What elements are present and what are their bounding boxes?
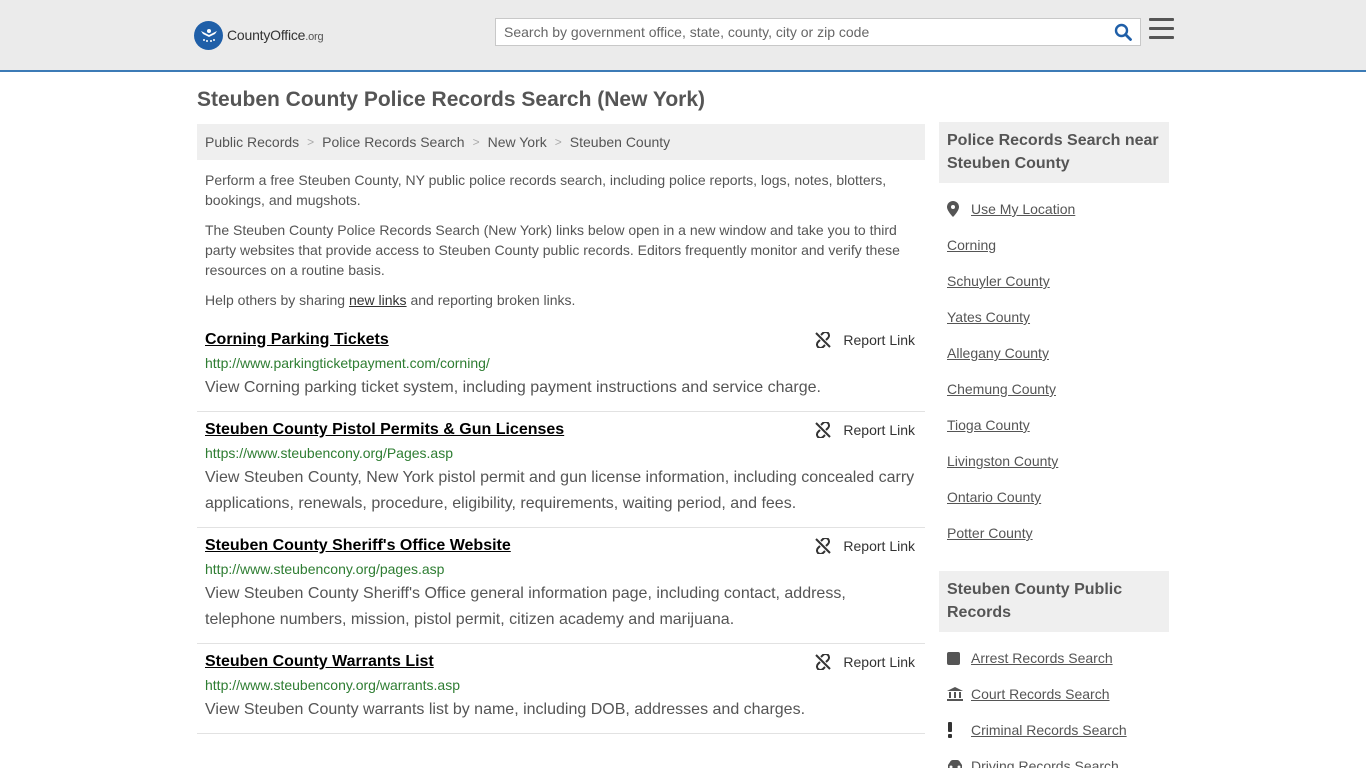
nearby-link-livingston-county[interactable]: Livingston County xyxy=(947,453,1058,469)
nearby-link-chemung-county[interactable]: Chemung County xyxy=(947,381,1056,397)
nearby-item: Yates County xyxy=(947,299,1169,335)
broken-link-icon xyxy=(815,538,832,554)
nearby-item: Corning xyxy=(947,227,1169,263)
public-record-item: Arrest Records Search xyxy=(947,640,1169,676)
nearby-link-allegany-county[interactable]: Allegany County xyxy=(947,345,1049,361)
intro-paragraph: The Steuben County Police Records Search… xyxy=(205,222,900,278)
report-link-button[interactable]: Report Link xyxy=(815,538,915,554)
breadcrumb-public-records[interactable]: Public Records xyxy=(205,134,299,150)
report-link-button[interactable]: Report Link xyxy=(815,422,915,438)
result-description: View Steuben County Sheriff's Office gen… xyxy=(205,585,846,628)
report-link-button[interactable]: Report Link xyxy=(815,332,915,348)
site-logo[interactable]: CountyOffice.org xyxy=(194,20,324,50)
nearby-item: Chemung County xyxy=(947,371,1169,407)
result-url: http://www.steubencony.org/pages.asp xyxy=(205,561,445,577)
use-my-location-link[interactable]: Use My Location xyxy=(971,201,1075,217)
nearby-link-yates-county[interactable]: Yates County xyxy=(947,309,1030,325)
result-description: View Steuben County, New York pistol per… xyxy=(205,469,915,512)
result-title-link[interactable]: Steuben County Sheriff's Office Website xyxy=(205,536,511,556)
nearby-link-potter-county[interactable]: Potter County xyxy=(947,525,1033,541)
breadcrumb-separator-icon: > xyxy=(307,135,315,149)
intro-share-paragraph: Help others by sharing new links and rep… xyxy=(205,292,576,308)
result-description: View Steuben County warrants list by nam… xyxy=(205,701,806,718)
result-item: Steuben County Warrants List Report Link… xyxy=(197,644,925,734)
report-link-label: Report Link xyxy=(843,332,915,348)
map-marker-icon xyxy=(947,201,963,217)
car-icon xyxy=(947,760,963,768)
sidebar: Police Records Search near Steuben Count… xyxy=(939,122,1169,768)
intro-text: Perform a free Steuben County, NY public… xyxy=(205,170,917,320)
logo-wordmark: CountyOffice.org xyxy=(227,27,324,43)
nearby-item: Potter County xyxy=(947,515,1169,551)
square-icon xyxy=(947,651,963,665)
public-records-list: Arrest Records Search Court Records Sear… xyxy=(939,632,1169,768)
new-links-link[interactable]: new links xyxy=(349,292,407,308)
nearby-list: Use My Location Corning Schuyler County … xyxy=(939,183,1169,551)
breadcrumb-steuben-county: Steuben County xyxy=(569,134,671,150)
broken-link-icon xyxy=(815,422,832,438)
result-item: Corning Parking Tickets Report Link http… xyxy=(197,322,925,412)
criminal-records-search-link[interactable]: Criminal Records Search xyxy=(971,722,1127,738)
report-link-label: Report Link xyxy=(843,654,915,670)
nearby-link-schuyler-county[interactable]: Schuyler County xyxy=(947,273,1050,289)
result-description: View Corning parking ticket system, incl… xyxy=(205,379,821,396)
nearby-link-tioga-county[interactable]: Tioga County xyxy=(947,417,1030,433)
results-list: Corning Parking Tickets Report Link http… xyxy=(197,322,925,734)
result-item: Steuben County Sheriff's Office Website … xyxy=(197,528,925,644)
intro-paragraph: Perform a free Steuben County, NY public… xyxy=(205,172,887,208)
nearby-item: Schuyler County xyxy=(947,263,1169,299)
search-box xyxy=(495,18,1141,46)
logo-emblem-icon xyxy=(194,20,223,50)
sidebar-nearby-heading: Police Records Search near Steuben Count… xyxy=(939,122,1169,183)
court-records-search-link[interactable]: Court Records Search xyxy=(971,686,1110,702)
nearby-link-corning[interactable]: Corning xyxy=(947,237,996,253)
nearby-link-ontario-county[interactable]: Ontario County xyxy=(947,489,1041,505)
report-link-label: Report Link xyxy=(843,538,915,554)
courthouse-icon xyxy=(947,687,963,701)
report-link-button[interactable]: Report Link xyxy=(815,654,915,670)
search-input[interactable] xyxy=(496,19,1106,45)
breadcrumb: Public Records > Police Records Search >… xyxy=(197,124,925,160)
nearby-item: Livingston County xyxy=(947,443,1169,479)
broken-link-icon xyxy=(815,332,832,348)
arrest-records-search-link[interactable]: Arrest Records Search xyxy=(971,650,1113,666)
result-item: Steuben County Pistol Permits & Gun Lice… xyxy=(197,412,925,528)
page-title: Steuben County Police Records Search (Ne… xyxy=(197,88,706,111)
result-url: https://www.steubencony.org/Pages.asp xyxy=(205,445,453,461)
report-link-label: Report Link xyxy=(843,422,915,438)
driving-records-search-link[interactable]: Driving Records Search xyxy=(971,758,1119,768)
result-url: http://www.steubencony.org/warrants.asp xyxy=(205,677,460,693)
broken-link-icon xyxy=(815,654,832,670)
breadcrumb-new-york[interactable]: New York xyxy=(488,134,547,150)
nearby-item: Tioga County xyxy=(947,407,1169,443)
result-url: http://www.parkingticketpayment.com/corn… xyxy=(205,355,490,371)
result-title-link[interactable]: Corning Parking Tickets xyxy=(205,330,389,350)
search-icon xyxy=(1114,23,1132,41)
site-header: CountyOffice.org xyxy=(0,0,1366,72)
use-my-location-item: Use My Location xyxy=(947,191,1169,227)
result-title-link[interactable]: Steuben County Pistol Permits & Gun Lice… xyxy=(205,420,564,440)
result-title-link[interactable]: Steuben County Warrants List xyxy=(205,652,434,672)
public-record-item: Driving Records Search xyxy=(947,748,1169,768)
breadcrumb-separator-icon: > xyxy=(554,135,562,149)
search-button[interactable] xyxy=(1112,22,1134,42)
breadcrumb-separator-icon: > xyxy=(472,135,480,149)
exclamation-icon xyxy=(947,722,963,738)
hamburger-menu-icon[interactable] xyxy=(1149,18,1175,42)
nearby-item: Ontario County xyxy=(947,479,1169,515)
public-record-item: Court Records Search xyxy=(947,676,1169,712)
nearby-item: Allegany County xyxy=(947,335,1169,371)
sidebar-public-records-heading: Steuben County Public Records xyxy=(939,571,1169,632)
public-record-item: Criminal Records Search xyxy=(947,712,1169,748)
breadcrumb-police-records-search[interactable]: Police Records Search xyxy=(322,134,464,150)
